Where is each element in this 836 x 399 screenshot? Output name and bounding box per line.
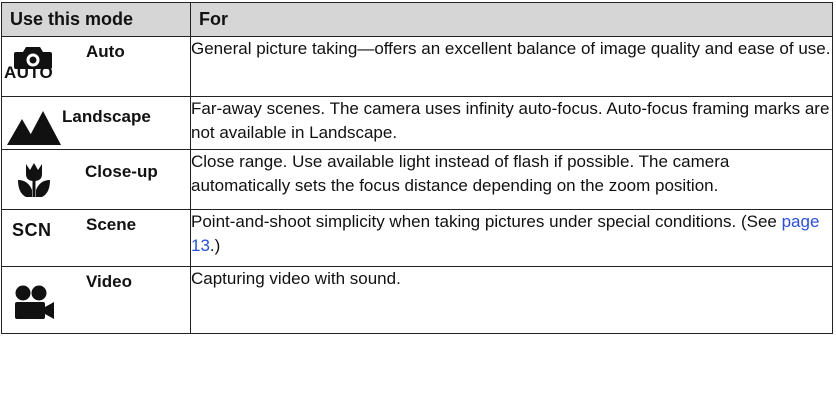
description-closeup: Close range. Use available light instead… <box>190 149 833 210</box>
mode-cell-auto: AUTO Auto <box>1 36 191 97</box>
mountains-icon <box>7 111 61 145</box>
table-row: AUTO Auto General picture taking—offers … <box>1 36 833 97</box>
column-header-for: For <box>190 2 833 37</box>
mode-name-auto: Auto <box>86 42 125 61</box>
description-scene: Point-and-shoot simplicity when taking p… <box>190 209 833 267</box>
mode-name-landscape: Landscape <box>62 107 151 126</box>
auto-icon-label: AUTO <box>4 63 54 82</box>
video-camera-icon <box>15 285 54 319</box>
scn-icon-label: SCN <box>12 220 52 240</box>
mode-cell-landscape: Landscape <box>1 96 191 150</box>
mode-cell-video: Video <box>1 266 191 334</box>
table-row: Video Capturing video with sound. <box>1 266 833 334</box>
description-scene-text: Point-and-shoot simplicity when taking p… <box>191 212 782 231</box>
table-header-row: Use this mode For <box>1 2 833 37</box>
mode-name-closeup: Close-up <box>85 162 158 181</box>
page: Use this mode For AUTO Auto General pict… <box>0 0 836 399</box>
flower-icon <box>18 163 50 197</box>
description-video: Capturing video with sound. <box>190 266 833 334</box>
mode-cell-closeup: Close-up <box>1 149 191 210</box>
description-landscape: Far-away scenes. The camera uses infinit… <box>190 96 833 150</box>
column-header-mode: Use this mode <box>1 2 191 37</box>
table-row: SCN Scene Point-and-shoot simplicity whe… <box>1 209 833 267</box>
mode-cell-scene: SCN Scene <box>1 209 191 267</box>
table-row: Close-up Close range. Use available ligh… <box>1 149 833 210</box>
table-row: Landscape Far-away scenes. The camera us… <box>1 96 833 150</box>
mode-name-scene: Scene <box>86 215 137 234</box>
description-auto: General picture taking—offers an excelle… <box>190 36 833 97</box>
description-scene-end: .) <box>209 236 221 255</box>
mode-name-video: Video <box>86 272 132 291</box>
camera-modes-table: Use this mode For AUTO Auto General pict… <box>1 2 833 334</box>
